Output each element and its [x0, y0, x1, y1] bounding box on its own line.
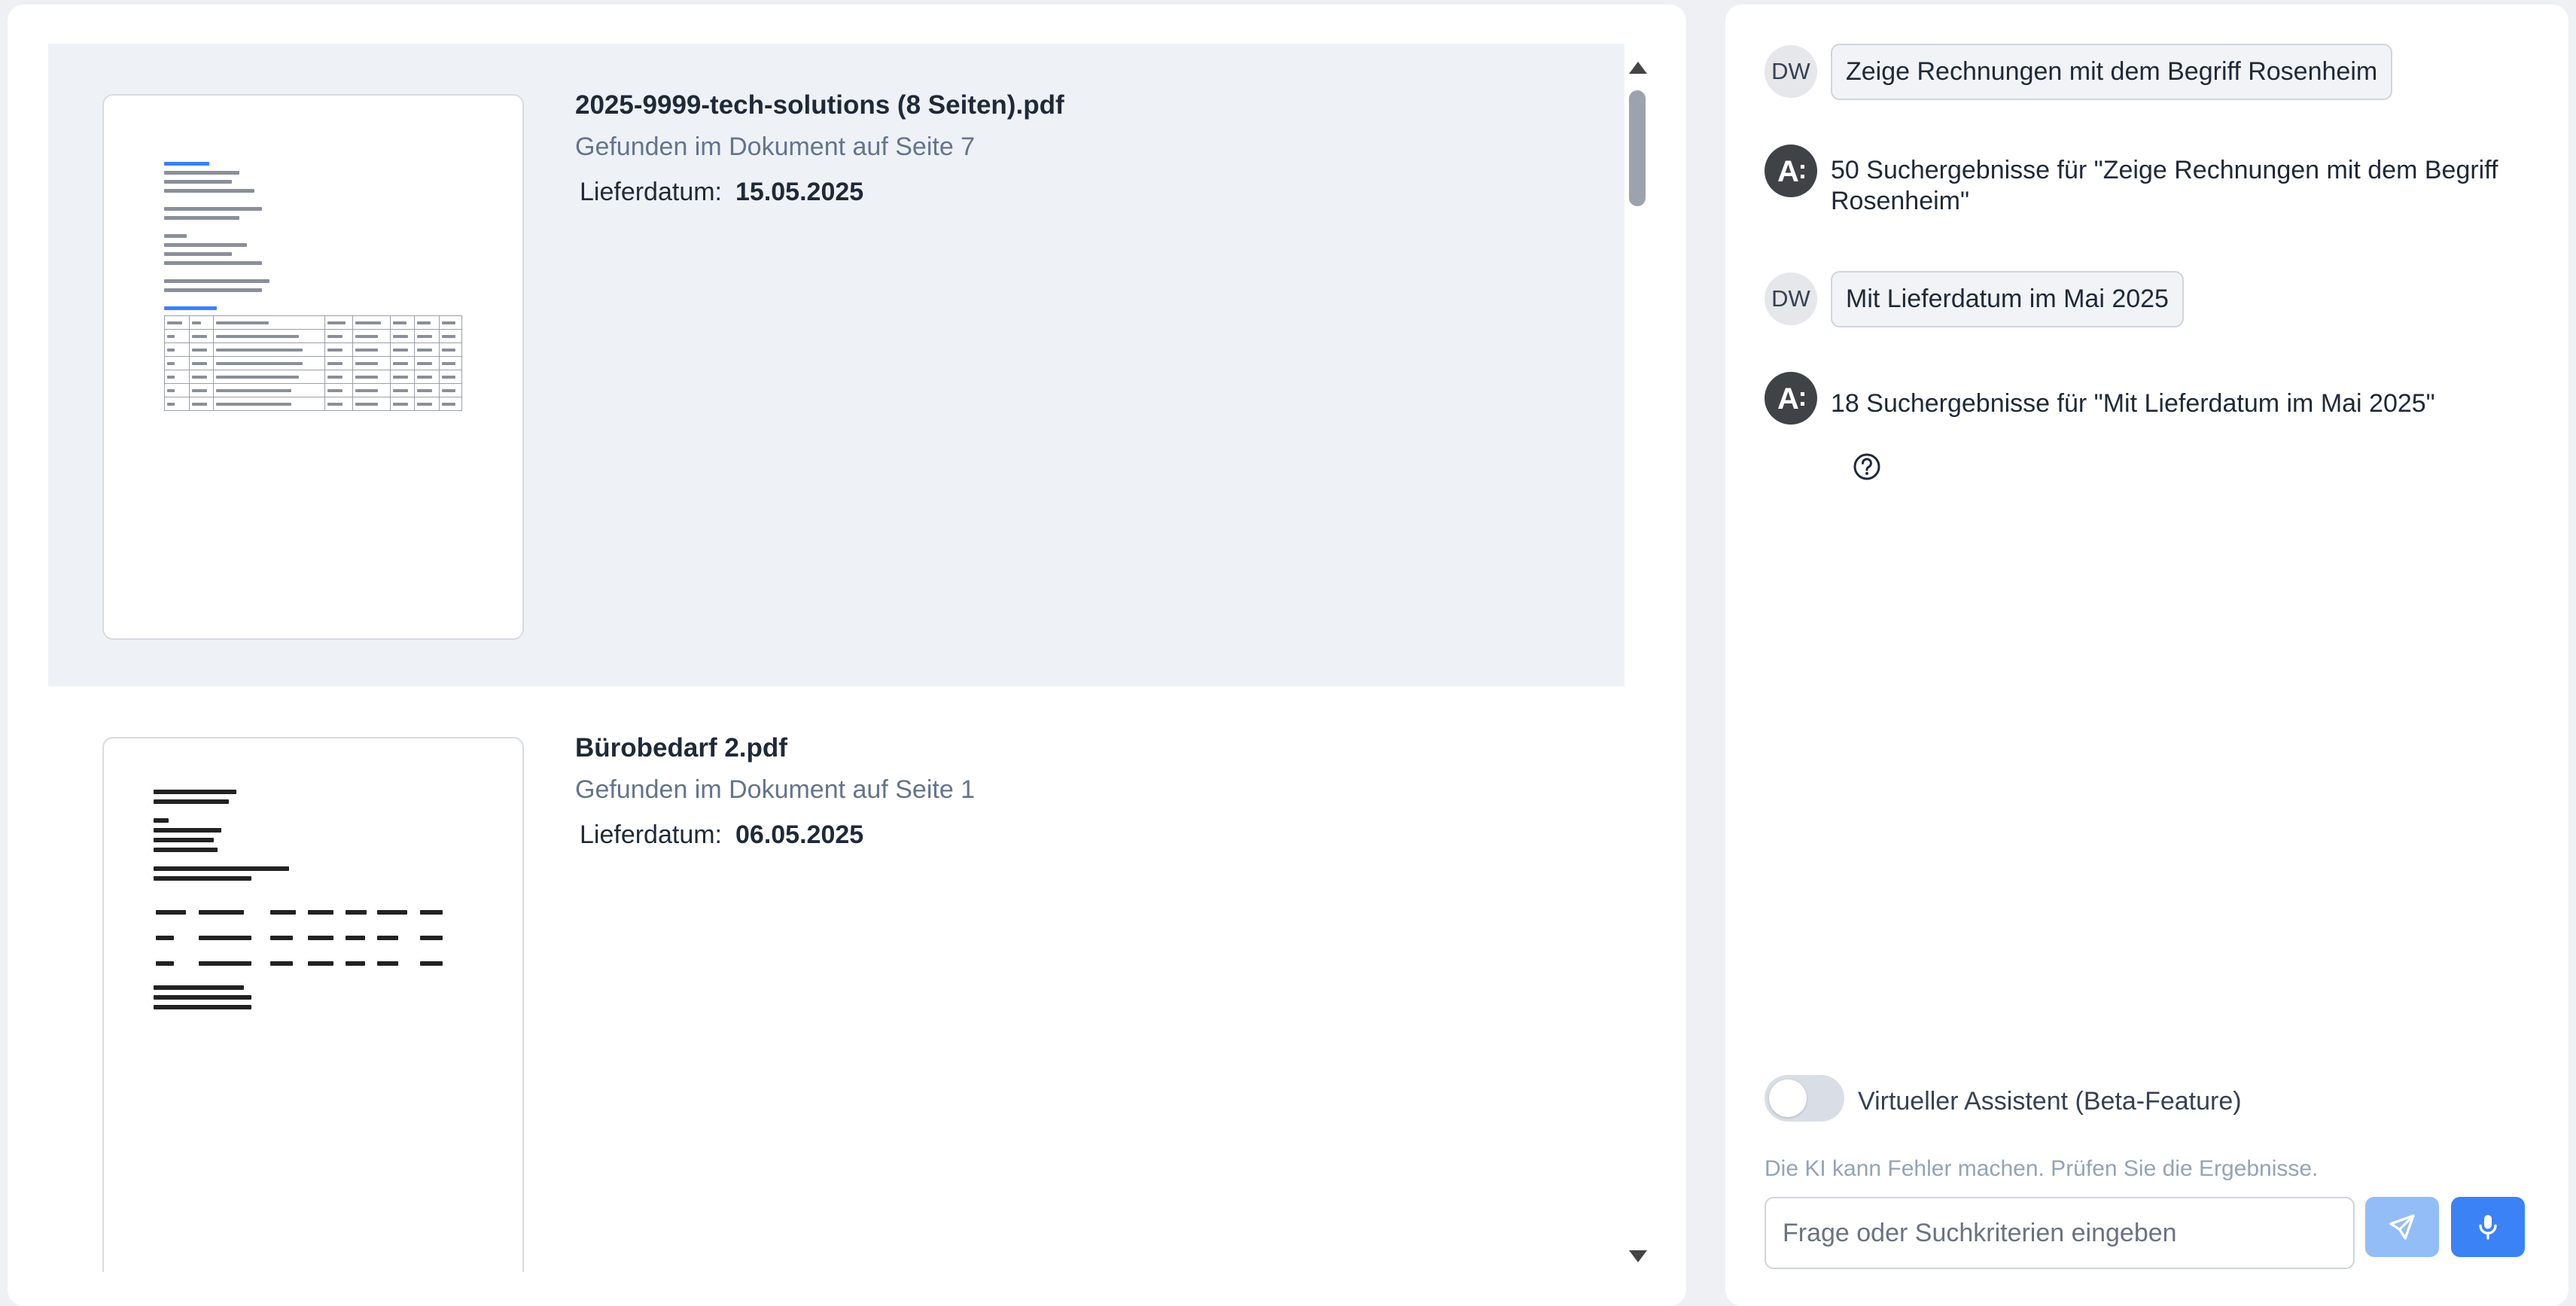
result-found-page: Gefunden im Dokument auf Seite 7	[575, 132, 976, 161]
scrollbar-thumb[interactable]	[1629, 90, 1646, 206]
document-thumbnail[interactable]	[102, 737, 524, 1272]
result-title[interactable]: 2025-9999-tech-solutions (8 Seiten).pdf	[575, 90, 1064, 120]
query-input[interactable]	[1765, 1197, 2355, 1269]
assistant-toggle[interactable]	[1765, 1075, 1844, 1122]
svg-text:A: A	[1777, 155, 1799, 188]
date-label: Lieferdatum:	[580, 178, 722, 206]
user-avatar: DW	[1765, 272, 1817, 325]
document-preview	[164, 162, 465, 411]
user-message: Zeige Rechnungen mit dem Begriff Rosenhe…	[1831, 44, 2393, 100]
result-title[interactable]: Bürobedarf 2.pdf	[575, 733, 787, 763]
date-value: 06.05.2025	[735, 820, 864, 849]
assistant-message: 18 Suchergebnisse für "Mit Lieferdatum i…	[1831, 389, 2435, 418]
scroll-down-icon[interactable]	[1629, 1250, 1647, 1262]
document-thumbnail[interactable]	[102, 94, 524, 640]
user-message: Mit Lieferdatum im Mai 2025	[1831, 271, 2184, 327]
assistant-message: 50 Suchergebnisse für "Zeige Rechnungen …	[1831, 156, 2498, 215]
help-icon[interactable]	[1852, 452, 1882, 482]
user-avatar: DW	[1765, 45, 1817, 98]
result-item[interactable]: 2025-9999-tech-solutions (8 Seiten).pdf …	[48, 44, 1624, 686]
result-item[interactable]: Bürobedarf 2.pdf Gefunden im Dokument au…	[48, 686, 1624, 1272]
date-value: 15.05.2025	[735, 178, 864, 206]
send-icon	[2389, 1214, 2415, 1240]
microphone-icon	[2479, 1215, 2497, 1240]
assistant-logo-icon: A	[1765, 145, 1817, 197]
chat-panel: DW Zeige Rechnungen mit dem Begriff Rose…	[1725, 5, 2568, 1306]
assistant-toggle-label: Virtueller Assistent (Beta-Feature)	[1858, 1087, 2242, 1116]
date-label: Lieferdatum:	[580, 820, 722, 849]
result-delivery-date: Lieferdatum: 15.05.2025	[580, 178, 863, 207]
results-scrollbar[interactable]	[1624, 54, 1650, 1270]
svg-text:A: A	[1777, 382, 1799, 416]
document-preview	[154, 790, 455, 1015]
result-found-page: Gefunden im Dokument auf Seite 1	[575, 775, 976, 804]
toggle-knob	[1769, 1079, 1807, 1117]
send-button[interactable]	[2365, 1197, 2439, 1257]
assistant-logo-icon: A	[1765, 372, 1817, 425]
result-delivery-date: Lieferdatum: 06.05.2025	[580, 820, 863, 850]
scroll-up-icon[interactable]	[1629, 62, 1647, 74]
results-list: 2025-9999-tech-solutions (8 Seiten).pdf …	[48, 44, 1624, 1272]
ai-disclaimer: Die KI kann Fehler machen. Prüfen Sie di…	[1765, 1156, 2319, 1181]
microphone-button[interactable]	[2451, 1197, 2525, 1257]
results-panel: 2025-9999-tech-solutions (8 Seiten).pdf …	[8, 5, 1686, 1306]
